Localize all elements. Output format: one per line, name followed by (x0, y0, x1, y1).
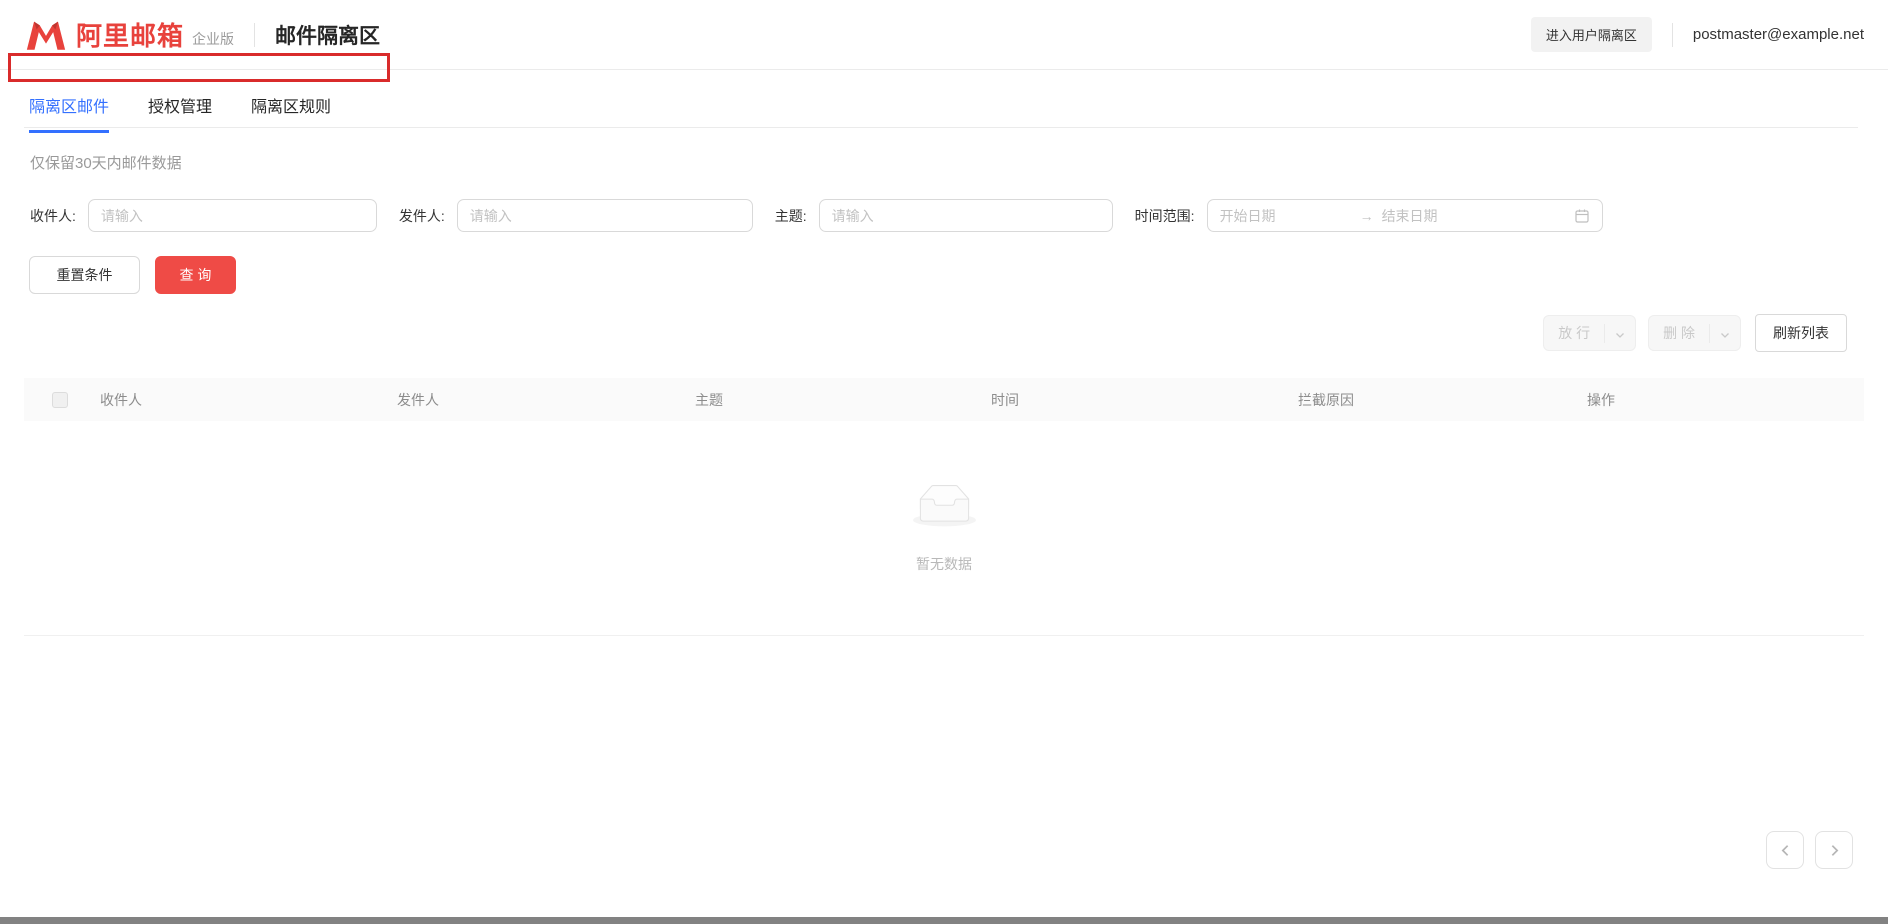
date-range-picker[interactable]: → (1207, 199, 1603, 232)
column-header-subject: 主题 (695, 390, 991, 410)
refresh-list-button[interactable]: 刷新列表 (1755, 314, 1847, 352)
release-button-label: 放 行 (1544, 323, 1604, 343)
date-range-filter: 时间范围: → (1135, 199, 1603, 232)
delete-button-label: 删 除 (1649, 323, 1709, 343)
enter-user-quarantine-button[interactable]: 进入用户隔离区 (1531, 17, 1652, 52)
column-header-block-reason: 拦截原因 (1298, 390, 1587, 410)
end-date-input[interactable] (1382, 208, 1520, 224)
release-button[interactable]: 放 行 (1543, 315, 1636, 351)
delete-button[interactable]: 删 除 (1648, 315, 1741, 351)
recipient-filter: 收件人: (30, 199, 377, 232)
chevron-down-icon (1614, 329, 1626, 341)
chevron-left-icon (1778, 843, 1793, 858)
subject-input[interactable] (819, 199, 1113, 232)
chevron-down-icon (1719, 329, 1731, 341)
list-action-row: 放 行 删 除 刷新列表 (1543, 314, 1847, 352)
brand-edition: 企业版 (192, 27, 234, 51)
reset-conditions-button[interactable]: 重置条件 (29, 256, 140, 294)
calendar-icon[interactable] (1574, 208, 1590, 224)
chevron-right-icon (1827, 843, 1842, 858)
retention-notice: 仅保留30天内邮件数据 (30, 152, 182, 173)
pagination (1766, 831, 1853, 869)
header-divider (254, 23, 255, 47)
empty-box-icon (911, 481, 978, 533)
subject-label: 主题: (775, 206, 807, 226)
tabs-divider (24, 127, 1858, 128)
brand-name: 阿里邮箱 (76, 21, 184, 51)
empty-state: 暂无数据 (0, 481, 1888, 574)
delete-dropdown-toggle[interactable] (1709, 324, 1740, 343)
sender-label: 发件人: (399, 206, 445, 226)
column-header-sender: 发件人 (397, 390, 695, 410)
table-header: 收件人 发件人 主题 时间 拦截原因 操作 (24, 378, 1864, 421)
red-annotation-rectangle (8, 53, 390, 82)
column-header-time: 时间 (991, 390, 1298, 410)
account-divider (1672, 23, 1673, 47)
window-bottom-edge (0, 917, 1888, 924)
content-bottom-divider (24, 635, 1864, 636)
select-all-checkbox[interactable] (52, 392, 68, 408)
search-button[interactable]: 查 询 (155, 256, 236, 294)
filter-bar: 收件人: 发件人: 主题: 时间范围: → (30, 199, 1603, 232)
next-page-button[interactable] (1815, 831, 1853, 869)
mail-quarantine-page: 阿里邮箱 企业版 邮件隔离区 进入用户隔离区 postmaster@exampl… (0, 0, 1888, 924)
date-range-label: 时间范围: (1135, 206, 1195, 226)
recipient-label: 收件人: (30, 206, 76, 226)
empty-text: 暂无数据 (0, 554, 1888, 574)
sender-input[interactable] (457, 199, 753, 232)
column-header-operation: 操作 (1587, 390, 1864, 410)
query-button-row: 重置条件 查 询 (29, 256, 236, 294)
subject-filter: 主题: (775, 199, 1113, 232)
alimail-logo-icon (24, 18, 68, 51)
topbar-right: 进入用户隔离区 postmaster@example.net (1531, 17, 1864, 52)
start-date-input[interactable] (1220, 208, 1358, 224)
recipient-input[interactable] (88, 199, 377, 232)
page-title: 邮件隔离区 (275, 20, 380, 50)
brand[interactable]: 阿里邮箱 企业版 (24, 18, 234, 51)
account-email: postmaster@example.net (1693, 26, 1864, 43)
date-range-arrow-icon: → (1358, 208, 1382, 224)
prev-page-button[interactable] (1766, 831, 1804, 869)
sender-filter: 发件人: (399, 199, 753, 232)
column-header-recipient: 收件人 (100, 390, 397, 410)
release-dropdown-toggle[interactable] (1604, 324, 1635, 343)
select-all-cell (24, 392, 100, 408)
